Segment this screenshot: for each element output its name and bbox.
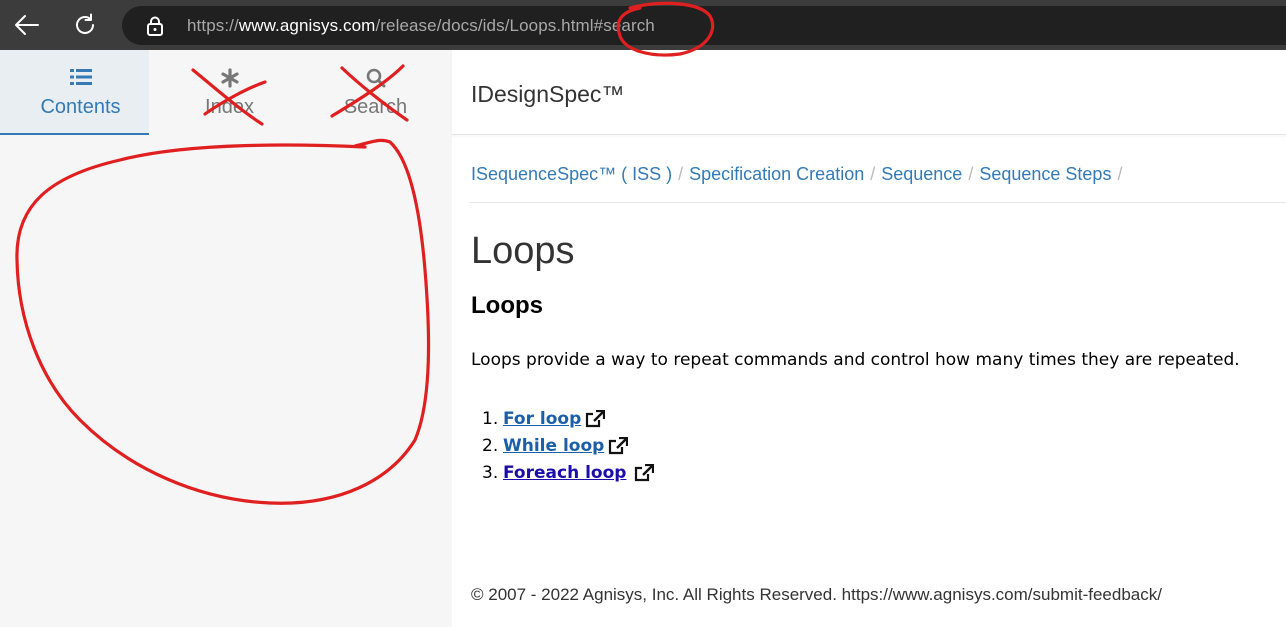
breadcrumb-item-specification-creation[interactable]: Specification Creation — [689, 164, 864, 184]
breadcrumb-item-sequence-steps[interactable]: Sequence Steps — [979, 164, 1111, 184]
list-icon — [0, 68, 161, 88]
browser-toolbar: https://www.agnisys.com/release/docs/ids… — [0, 0, 1286, 50]
back-arrow-icon[interactable] — [11, 9, 43, 41]
list-item: 3. Foreach loop — [482, 459, 655, 486]
external-link-icon[interactable] — [634, 463, 655, 482]
address-bar[interactable]: https://www.agnisys.com/release/docs/ids… — [122, 6, 1286, 45]
loop-list: 1. For loop 2. While loop 3. Foreach loo… — [482, 405, 655, 486]
breadcrumb-separator: / — [678, 164, 684, 184]
breadcrumb-item-iss[interactable]: ISequenceSpec™ ( ISS ) — [471, 164, 672, 184]
intro-text: Loops provide a way to repeat commands a… — [471, 350, 1240, 370]
url-text[interactable]: https://www.agnisys.com/release/docs/ids… — [187, 16, 655, 36]
sidebar-tabs: Contents Index Search — [0, 50, 456, 135]
list-number: 1. — [482, 408, 499, 429]
list-number: 3. — [482, 462, 499, 483]
foreach-loop-link[interactable]: Foreach loop — [503, 463, 626, 483]
section-title: Loops — [471, 292, 543, 319]
breadcrumb-item-sequence[interactable]: Sequence — [881, 164, 962, 184]
footer-copyright: © 2007 - 2022 Agnisys, Inc. All Rights R… — [471, 585, 1162, 604]
tab-contents-label: Contents — [40, 96, 121, 118]
page-title: Loops — [471, 230, 575, 272]
search-icon — [295, 68, 456, 88]
tab-index[interactable]: Index — [149, 50, 310, 135]
for-loop-link[interactable]: For loop — [503, 409, 581, 429]
asterisk-icon — [149, 68, 310, 88]
external-link-icon[interactable] — [585, 409, 606, 428]
site-title[interactable]: IDesignSpec™ — [471, 81, 624, 108]
list-item: 2. While loop — [482, 432, 654, 459]
tab-index-label: Index — [205, 96, 254, 118]
breadcrumb: ISequenceSpec™ ( ISS ) / Specification Cre… — [471, 164, 1128, 185]
sidebar: Contents Index Search — [0, 50, 456, 627]
reload-icon[interactable] — [69, 9, 101, 41]
while-loop-link[interactable]: While loop — [503, 436, 604, 456]
list-item: 1. For loop — [482, 405, 654, 432]
main-content: IDesignSpec™ ISequenceSpec™ ( ISS ) / Spec… — [452, 50, 1286, 627]
breadcrumb-separator: / — [870, 164, 876, 184]
tab-search-label: Search — [343, 96, 408, 118]
tab-contents[interactable]: Contents — [0, 50, 161, 135]
external-link-icon[interactable] — [608, 436, 629, 455]
breadcrumb-divider — [469, 202, 1286, 203]
tab-search[interactable]: Search — [295, 50, 456, 135]
list-number: 2. — [482, 435, 499, 456]
breadcrumb-separator: / — [968, 164, 974, 184]
top-header: IDesignSpec™ — [452, 50, 1286, 135]
lock-icon[interactable] — [146, 16, 164, 41]
breadcrumb-separator: / — [1117, 164, 1123, 184]
